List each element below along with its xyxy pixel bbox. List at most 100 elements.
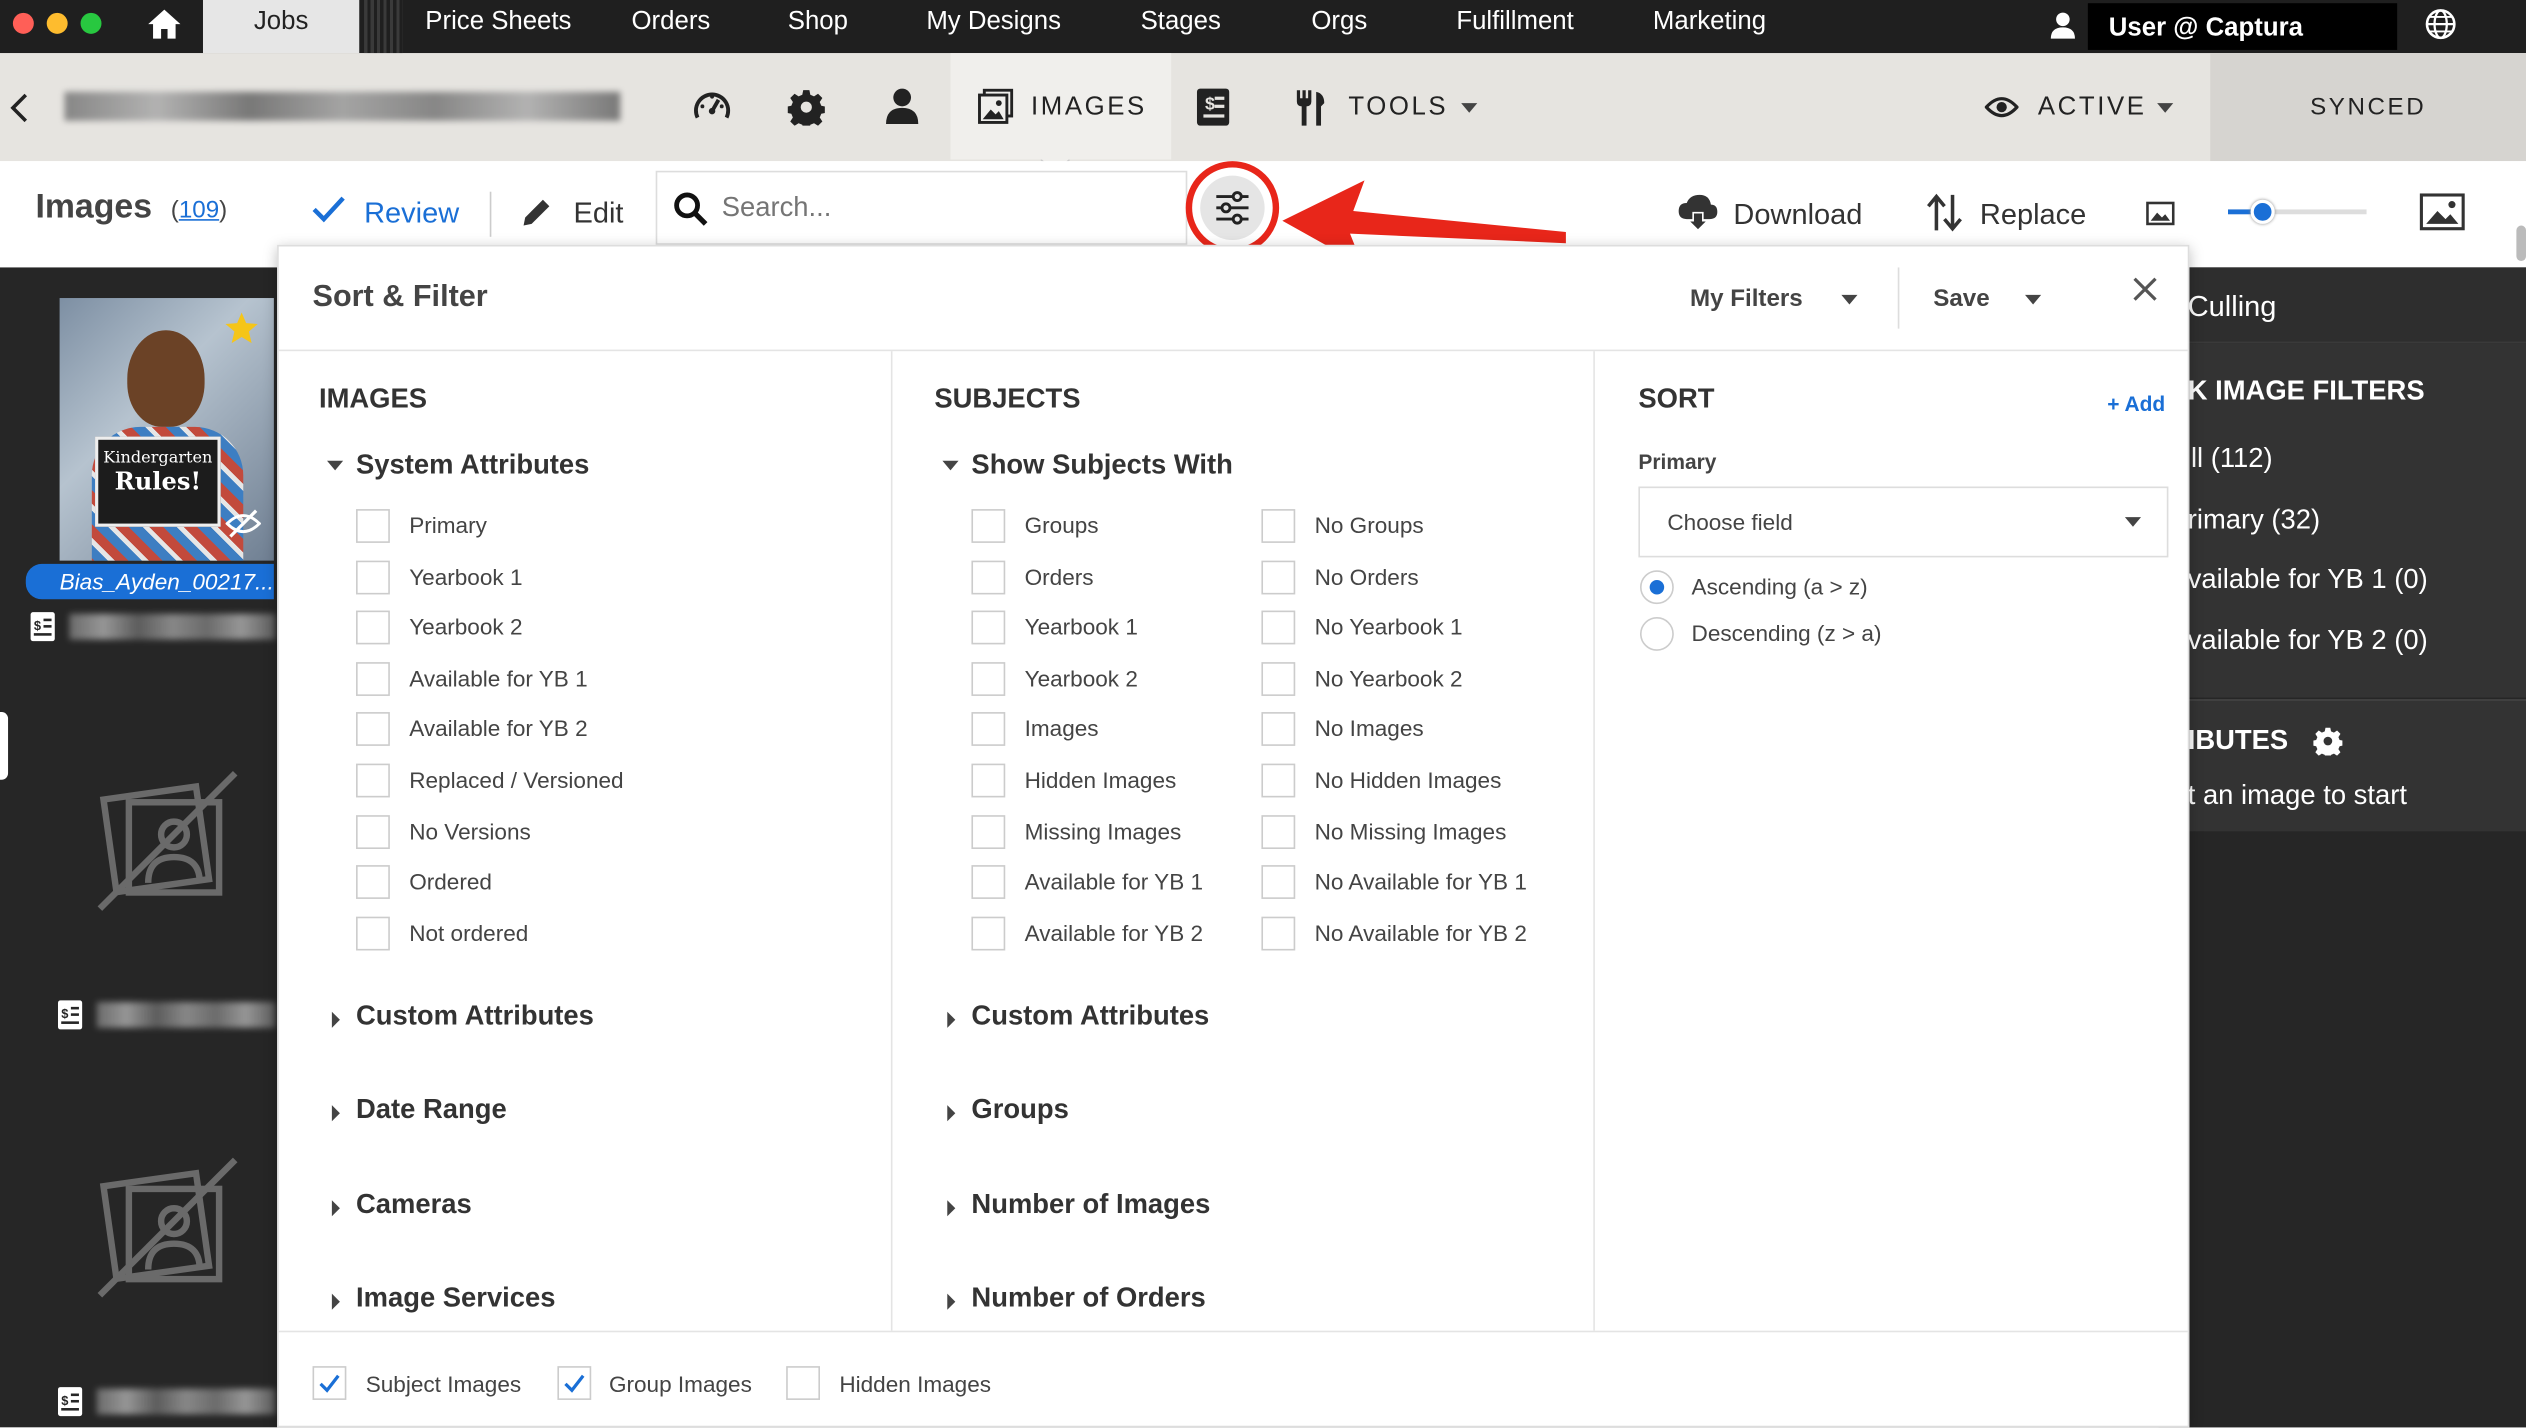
subjects-no-yearbook-2-checkbox[interactable]: [1261, 661, 1296, 696]
grid-scroll-handle[interactable]: [0, 712, 9, 780]
image-thumbnail[interactable]: Kindergarten Rules!: [59, 298, 274, 561]
images-cameras-toggle[interactable]: Cameras: [356, 1188, 472, 1220]
window-minimize-dot[interactable]: [46, 12, 68, 34]
sort-field-dropdown-icon[interactable]: [2124, 517, 2142, 527]
images-yearbook-2-checkbox[interactable]: [356, 610, 390, 645]
close-icon[interactable]: [2131, 275, 2158, 302]
subjects-no-hidden-images-checkbox[interactable]: [1261, 763, 1296, 798]
show-subjects-expand-icon[interactable]: [942, 460, 959, 471]
tools-menu-label[interactable]: TOOLS: [1348, 93, 1448, 122]
synced-status[interactable]: SYNCED: [2210, 53, 2526, 162]
nav-orgs[interactable]: Orgs: [1311, 0, 1367, 53]
small-thumbnail-icon[interactable]: [2146, 201, 2175, 226]
images-cameras-expand-icon[interactable]: [331, 1199, 340, 1216]
nav-my-designs[interactable]: My Designs: [926, 0, 1061, 53]
active-dropdown-icon[interactable]: [2157, 103, 2174, 113]
tools-icon[interactable]: [1292, 89, 1327, 128]
images-not-ordered-checkbox[interactable]: [356, 916, 390, 951]
tools-dropdown-icon[interactable]: [1461, 103, 1478, 113]
subjects-yearbook-1-checkbox[interactable]: [971, 610, 1006, 645]
images-available-for-yb-1-checkbox[interactable]: [356, 661, 390, 696]
images-date-range-toggle[interactable]: Date Range: [356, 1094, 507, 1126]
zoom-slider-handle[interactable]: [2249, 199, 2274, 224]
system-attributes-expand-icon[interactable]: [327, 460, 344, 471]
nav-price-sheets[interactable]: Price Sheets: [425, 0, 571, 53]
subjects-custom-attributes-toggle[interactable]: Custom Attributes: [971, 1000, 1209, 1032]
replace-button[interactable]: Replace: [1980, 198, 2086, 232]
subjects-no-images-checkbox[interactable]: [1261, 712, 1296, 747]
subject-card-icon[interactable]: $: [56, 1385, 83, 1417]
subjects-number-of-images-toggle[interactable]: Number of Images: [971, 1188, 1210, 1220]
subjects-person-icon[interactable]: [884, 87, 919, 126]
edit-mode-button[interactable]: Edit: [574, 197, 624, 231]
hidden-eye-icon[interactable]: [225, 509, 261, 538]
subjects-orders-checkbox[interactable]: [971, 559, 1006, 594]
my-filters-dropdown-icon[interactable]: [1841, 294, 1858, 305]
culling-label[interactable]: Culling: [2188, 290, 2277, 324]
subjects-number-of-orders-toggle[interactable]: Number of Orders: [971, 1282, 1205, 1314]
no-image-placeholder-icon[interactable]: [97, 1157, 239, 1299]
subjects-yearbook-2-checkbox[interactable]: [971, 661, 1006, 696]
subjects-no-available-for-yb-2-checkbox[interactable]: [1261, 916, 1296, 951]
show-subjects-with-toggle[interactable]: Show Subjects With: [971, 449, 1232, 481]
user-icon[interactable]: [2049, 11, 2076, 40]
save-dropdown-icon[interactable]: [2025, 294, 2042, 305]
nav-jobs[interactable]: Jobs: [202, 0, 360, 54]
subjects-available-for-yb-1-checkbox[interactable]: [971, 865, 1006, 900]
subjects-images-checkbox[interactable]: [971, 712, 1006, 747]
subjects-number-of-orders-expand-icon[interactable]: [947, 1293, 956, 1310]
images-ordered-checkbox[interactable]: [356, 865, 390, 900]
subjects-missing-images-checkbox[interactable]: [971, 814, 1006, 849]
nav-orders[interactable]: Orders: [632, 0, 711, 53]
save-filter-menu[interactable]: Save: [1933, 285, 1989, 312]
settings-gear-icon[interactable]: [787, 89, 825, 126]
nav-stages[interactable]: Stages: [1141, 0, 1221, 53]
subject-images-checkbox[interactable]: [312, 1366, 347, 1400]
window-zoom-dot[interactable]: [80, 12, 102, 34]
image-count-link[interactable]: 109: [179, 197, 219, 224]
image-filename-label[interactable]: Bias_Ayden_00217...: [25, 563, 274, 600]
subjects-groups-toggle[interactable]: Groups: [971, 1094, 1068, 1126]
home-icon[interactable]: [147, 8, 182, 40]
add-sort-button[interactable]: + Add: [2107, 391, 2165, 415]
subjects-no-yearbook-1-checkbox[interactable]: [1261, 610, 1296, 645]
user-account-menu[interactable]: User @ Captura: [2087, 3, 2398, 50]
images-custom-attributes-toggle[interactable]: Custom Attributes: [356, 1000, 594, 1032]
subjects-no-orders-checkbox[interactable]: [1261, 559, 1296, 594]
image-count[interactable]: (109): [171, 197, 227, 224]
quick-filter-yb1[interactable]: vailable for YB 1 (0): [2188, 564, 2428, 596]
attributes-settings-gear-icon[interactable]: [2313, 727, 2343, 756]
large-thumbnail-icon[interactable]: [2419, 193, 2465, 231]
subjects-custom-attributes-expand-icon[interactable]: [947, 1011, 956, 1028]
active-status-menu[interactable]: ACTIVE: [2038, 93, 2147, 122]
subject-card-icon[interactable]: $: [56, 999, 83, 1031]
images-replaced-versioned-checkbox[interactable]: [356, 763, 390, 798]
price-list-icon[interactable]: $: [1195, 87, 1230, 127]
download-button[interactable]: Download: [1733, 198, 1862, 232]
images-yearbook-1-checkbox[interactable]: [356, 559, 390, 594]
images-primary-checkbox[interactable]: [356, 509, 390, 543]
back-chevron-icon[interactable]: [8, 92, 31, 124]
window-close-dot[interactable]: [12, 12, 34, 34]
images-no-versions-checkbox[interactable]: [356, 814, 390, 849]
ascending-radio[interactable]: [1639, 570, 1674, 605]
globe-icon[interactable]: [2425, 8, 2457, 40]
nav-shop[interactable]: Shop: [788, 0, 848, 53]
images-image-services-toggle[interactable]: Image Services: [356, 1282, 555, 1314]
hidden-images-checkbox[interactable]: [786, 1366, 820, 1400]
images-custom-attributes-expand-icon[interactable]: [331, 1011, 340, 1028]
star-icon[interactable]: [224, 311, 259, 345]
subjects-hidden-images-checkbox[interactable]: [971, 763, 1006, 798]
subjects-no-missing-images-checkbox[interactable]: [1261, 814, 1296, 849]
quick-filter-all[interactable]: ll (112): [2191, 443, 2273, 475]
subjects-groups-expand-icon[interactable]: [947, 1105, 956, 1122]
search-input[interactable]: [721, 183, 1173, 232]
system-attributes-toggle[interactable]: System Attributes: [356, 449, 589, 481]
no-image-placeholder-icon[interactable]: [97, 770, 239, 912]
group-images-checkbox[interactable]: [557, 1366, 592, 1400]
subjects-number-of-images-expand-icon[interactable]: [947, 1199, 956, 1216]
subjects-no-available-for-yb-1-checkbox[interactable]: [1261, 865, 1296, 900]
images-available-for-yb-2-checkbox[interactable]: [356, 712, 390, 747]
subjects-no-groups-checkbox[interactable]: [1261, 509, 1296, 543]
images-date-range-expand-icon[interactable]: [331, 1105, 340, 1122]
